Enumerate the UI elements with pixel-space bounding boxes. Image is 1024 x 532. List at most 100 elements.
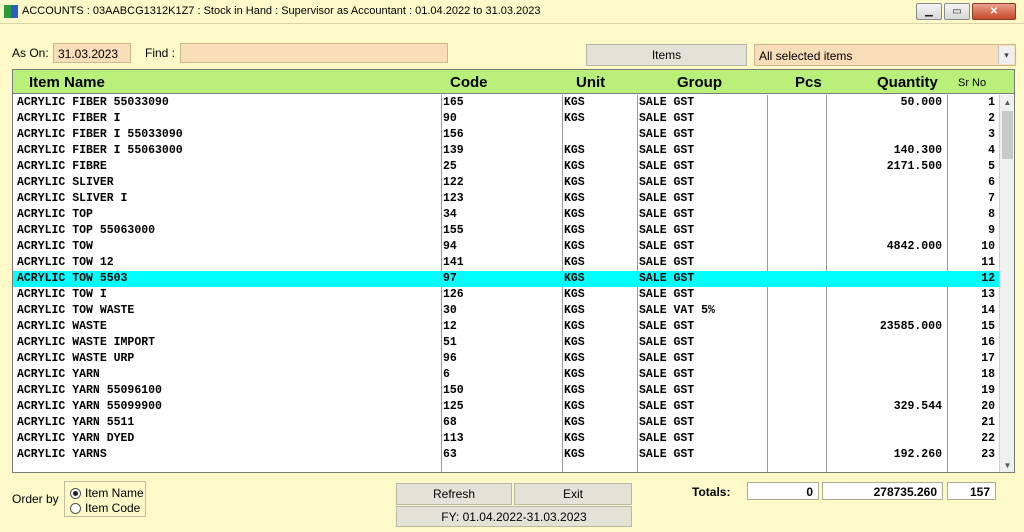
order-radio-item-name[interactable]: Item Name [70, 486, 144, 500]
cell-group: SALE GST [639, 224, 695, 237]
cell-item-name: ACRYLIC TOW 5503 [17, 272, 128, 285]
table-row[interactable]: ACRYLIC TOP 55063000 155 KGS SALE GST 9 [13, 223, 999, 239]
vertical-scrollbar[interactable]: ▲ ▼ [999, 95, 1014, 472]
cell-unit: KGS [564, 352, 585, 365]
table-row[interactable]: ACRYLIC TOP 34 KGS SALE GST 8 [13, 207, 999, 223]
order-radio-item-code[interactable]: Item Code [70, 501, 140, 515]
cell-sr-no: 16 [981, 336, 995, 349]
table-row[interactable]: ACRYLIC TOW I 126 KGS SALE GST 13 [13, 287, 999, 303]
table-row[interactable]: ACRYLIC FIBER I 55033090 156 SALE GST 3 [13, 127, 999, 143]
table-row[interactable]: ACRYLIC TOW 94 KGS SALE GST 4842.000 10 [13, 239, 999, 255]
cell-code: 30 [443, 304, 457, 317]
cell-unit: KGS [564, 96, 585, 109]
table-row[interactable]: ACRYLIC YARN 5511 68 KGS SALE GST 21 [13, 415, 999, 431]
cell-group: SALE GST [639, 112, 695, 125]
table-row[interactable]: ACRYLIC SLIVER I 123 KGS SALE GST 7 [13, 191, 999, 207]
table-row[interactable]: ACRYLIC TOW 5503 97 KGS SALE GST 12 [13, 271, 999, 287]
cell-code: 63 [443, 448, 457, 461]
title-bar: ACCOUNTS : 03AABCG1312K1Z7 : Stock in Ha… [0, 0, 1024, 24]
col-header-group[interactable]: Group [677, 74, 722, 91]
cell-sr-no: 5 [988, 160, 995, 173]
cell-unit: KGS [564, 368, 585, 381]
table-row[interactable]: ACRYLIC SLIVER 122 KGS SALE GST 6 [13, 175, 999, 191]
cell-item-name: ACRYLIC TOW I [17, 288, 107, 301]
table-row[interactable]: ACRYLIC YARN 55096100 150 KGS SALE GST 19 [13, 383, 999, 399]
cell-sr-no: 19 [981, 384, 995, 397]
cell-sr-no: 20 [981, 400, 995, 413]
table-row[interactable]: ACRYLIC WASTE IMPORT 51 KGS SALE GST 16 [13, 335, 999, 351]
cell-sr-no: 14 [981, 304, 995, 317]
cell-quantity: 4842.000 [886, 240, 942, 253]
cell-code: 51 [443, 336, 457, 349]
cell-group: SALE GST [639, 160, 695, 173]
cell-sr-no: 4 [988, 144, 995, 157]
cell-unit: KGS [564, 240, 585, 253]
total-count: 157 [947, 482, 996, 500]
table-row[interactable]: ACRYLIC FIBER I 55063000 139 KGS SALE GST 14… [13, 143, 999, 159]
chevron-down-icon[interactable]: ▾ [998, 46, 1014, 64]
col-header-item-name[interactable]: Item Name [29, 74, 105, 91]
table-row[interactable]: ACRYLIC YARN 6 KGS SALE GST 18 [13, 367, 999, 383]
cell-code: 122 [443, 176, 464, 189]
cell-code: 6 [443, 368, 450, 381]
table-row[interactable]: ACRYLIC YARN 55099900 125 KGS SALE GST 329.5… [13, 399, 999, 415]
cell-sr-no: 7 [988, 192, 995, 205]
cell-item-name: ACRYLIC YARN DYED [17, 432, 135, 445]
col-header-code[interactable]: Code [450, 74, 488, 91]
table-row[interactable]: ACRYLIC FIBRE 25 KGS SALE GST 2171.500 5 [13, 159, 999, 175]
cell-unit: KGS [564, 400, 585, 413]
cell-item-name: ACRYLIC FIBRE [17, 160, 107, 173]
maximize-button[interactable]: ▭ [944, 3, 970, 20]
cell-group: SALE GST [639, 432, 695, 445]
col-header-sr-no[interactable]: Sr No [958, 77, 986, 89]
cell-code: 139 [443, 144, 464, 157]
cell-quantity: 50.000 [900, 96, 942, 109]
cell-item-name: ACRYLIC YARN [17, 368, 100, 381]
refresh-button[interactable]: Refresh [396, 483, 512, 505]
cell-sr-no: 23 [981, 448, 995, 461]
items-button[interactable]: Items [586, 44, 747, 66]
exit-button[interactable]: Exit [514, 483, 632, 505]
cell-unit: KGS [564, 208, 585, 221]
table-row[interactable]: ACRYLIC FIBER 55033090 165 KGS SALE GST 50.0… [13, 95, 999, 111]
items-select[interactable]: All selected items ▾ [754, 44, 1016, 66]
col-header-quantity[interactable]: Quantity [877, 74, 938, 91]
find-input[interactable] [180, 43, 448, 63]
cell-quantity: 2171.500 [886, 160, 942, 173]
table-row[interactable]: ACRYLIC YARN DYED 113 KGS SALE GST 22 [13, 431, 999, 447]
table-row[interactable]: ACRYLIC FIBER I 90 KGS SALE GST 2 [13, 111, 999, 127]
cell-group: SALE GST [639, 96, 695, 109]
scroll-up-icon[interactable]: ▲ [1000, 95, 1014, 110]
close-button[interactable]: ✕ [972, 3, 1016, 20]
app-icon [4, 5, 18, 18]
table-row[interactable]: ACRYLIC TOW WASTE 30 KGS SALE VAT 5% 14 [13, 303, 999, 319]
cell-item-name: ACRYLIC FIBER I 55063000 [17, 144, 183, 157]
as-on-date-field[interactable]: 31.03.2023 [53, 43, 131, 63]
cell-sr-no: 6 [988, 176, 995, 189]
cell-code: 141 [443, 256, 464, 269]
cell-group: SALE GST [639, 176, 695, 189]
col-header-pcs[interactable]: Pcs [795, 74, 822, 91]
cell-sr-no: 8 [988, 208, 995, 221]
table-row[interactable]: ACRYLIC YARNS 63 KGS SALE GST 192.260 23 [13, 447, 999, 463]
cell-group: SALE GST [639, 400, 695, 413]
grid-header: Item Name Code Unit Group Pcs Quantity S… [13, 70, 1014, 94]
col-header-unit[interactable]: Unit [576, 74, 605, 91]
minimize-button[interactable]: ▁ [916, 3, 942, 20]
stock-grid: Item Name Code Unit Group Pcs Quantity S… [12, 69, 1015, 473]
cell-unit: KGS [564, 224, 585, 237]
cell-sr-no: 2 [988, 112, 995, 125]
cell-quantity: 192.260 [893, 448, 942, 461]
cell-sr-no: 18 [981, 368, 995, 381]
table-row[interactable]: ACRYLIC WASTE URP 96 KGS SALE GST 17 [13, 351, 999, 367]
table-row[interactable]: ACRYLIC WASTE 12 KGS SALE GST 23585.000 15 [13, 319, 999, 335]
table-row[interactable]: ACRYLIC TOW 12 141 KGS SALE GST 11 [13, 255, 999, 271]
cell-unit: KGS [564, 304, 585, 317]
scroll-down-icon[interactable]: ▼ [1000, 458, 1014, 472]
scroll-thumb[interactable] [1002, 111, 1013, 159]
cell-group: SALE GST [639, 208, 695, 221]
radio-empty-icon [70, 502, 81, 514]
cell-code: 126 [443, 288, 464, 301]
cell-unit: KGS [564, 144, 585, 157]
cell-unit: KGS [564, 416, 585, 429]
